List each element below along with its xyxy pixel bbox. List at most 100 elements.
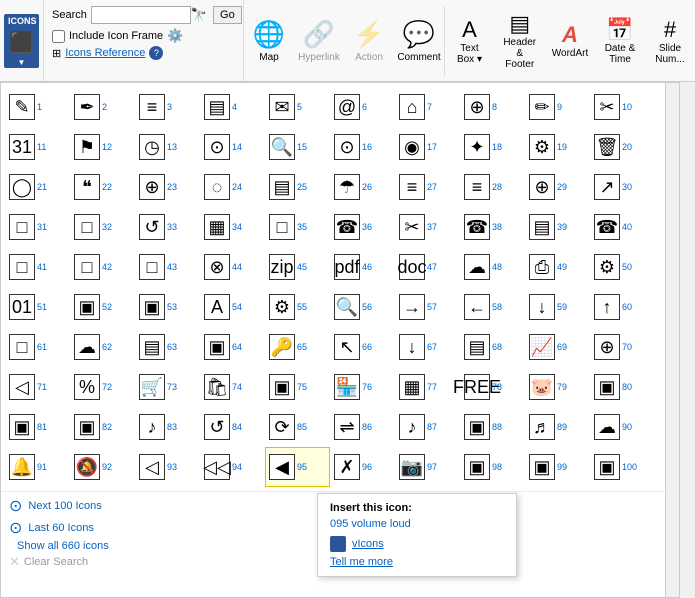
- icon-cell[interactable]: ↖66: [330, 327, 395, 367]
- icon-cell[interactable]: ←58: [460, 287, 525, 327]
- hyperlink-button[interactable]: 🔗 Hyperlink: [294, 0, 344, 81]
- action-button[interactable]: ⚡ Action: [344, 0, 394, 81]
- go-button[interactable]: Go: [213, 6, 242, 24]
- icon-cell[interactable]: ◷13: [135, 127, 200, 167]
- icon-cell[interactable]: ☎36: [330, 207, 395, 247]
- icon-cell[interactable]: □35: [265, 207, 330, 247]
- slide-num-button[interactable]: # Slide Num...: [645, 0, 695, 81]
- include-frame-checkbox[interactable]: [52, 30, 65, 43]
- icon-cell[interactable]: ▤63: [135, 327, 200, 367]
- icon-cell[interactable]: ✗96: [330, 447, 395, 487]
- icon-cell[interactable]: □61: [5, 327, 70, 367]
- icon-cell[interactable]: ◁93: [135, 447, 200, 487]
- icon-cell[interactable]: ↑60: [590, 287, 655, 327]
- icon-cell[interactable]: ◉17: [395, 127, 460, 167]
- icon-cell[interactable]: @6: [330, 87, 395, 127]
- icon-cell[interactable]: ⚑12: [70, 127, 135, 167]
- icon-cell[interactable]: ▣52: [70, 287, 135, 327]
- icon-cell[interactable]: ⚙50: [590, 247, 655, 287]
- icon-cell[interactable]: □42: [70, 247, 135, 287]
- icon-cell[interactable]: 🏪76: [330, 367, 395, 407]
- icon-cell[interactable]: ⊕70: [590, 327, 655, 367]
- icon-cell[interactable]: A54: [200, 287, 265, 327]
- icon-cell[interactable]: 🔍56: [330, 287, 395, 327]
- icons-panel-dropdown[interactable]: ▼: [4, 57, 39, 68]
- icon-cell[interactable]: ▤39: [525, 207, 590, 247]
- date-time-button[interactable]: 📅 Date & Time: [595, 0, 645, 81]
- icon-cell[interactable]: □31: [5, 207, 70, 247]
- icon-cell[interactable]: ▣98: [460, 447, 525, 487]
- icon-cell[interactable]: ✏9: [525, 87, 590, 127]
- icon-cell[interactable]: ▤25: [265, 167, 330, 207]
- icon-cell[interactable]: ↗30: [590, 167, 655, 207]
- icon-cell[interactable]: ≡3: [135, 87, 200, 127]
- icon-cell[interactable]: ⊕29: [525, 167, 590, 207]
- icon-cell[interactable]: 🐷79: [525, 367, 590, 407]
- icon-cell[interactable]: ◯21: [5, 167, 70, 207]
- icon-cell[interactable]: ✒2: [70, 87, 135, 127]
- icon-cell[interactable]: ⊙16: [330, 127, 395, 167]
- show-all-link[interactable]: Show all 660 icons: [17, 540, 109, 552]
- icon-cell[interactable]: ↺84: [200, 407, 265, 447]
- icon-cell[interactable]: pdf46: [330, 247, 395, 287]
- icon-cell[interactable]: ☁90: [590, 407, 655, 447]
- icon-cell[interactable]: ♬89: [525, 407, 590, 447]
- icon-cell[interactable]: 📷97: [395, 447, 460, 487]
- icon-cell[interactable]: ⇌86: [330, 407, 395, 447]
- header-footer-button[interactable]: ▤ Header & Footer: [494, 0, 545, 81]
- icon-cell[interactable]: ▦77: [395, 367, 460, 407]
- icon-cell[interactable]: ▣100: [590, 447, 655, 487]
- icon-cell[interactable]: ✎1: [5, 87, 70, 127]
- icon-cell[interactable]: 🔕92: [70, 447, 135, 487]
- icon-cell[interactable]: ☁48: [460, 247, 525, 287]
- icon-cell[interactable]: ▣53: [135, 287, 200, 327]
- icon-cell[interactable]: 📈69: [525, 327, 590, 367]
- help-icon[interactable]: ?: [149, 46, 163, 60]
- icon-cell[interactable]: 🛒73: [135, 367, 200, 407]
- icon-cell[interactable]: ▣88: [460, 407, 525, 447]
- icon-cell[interactable]: doc47: [395, 247, 460, 287]
- icon-cell[interactable]: ≡28: [460, 167, 525, 207]
- icon-cell[interactable]: ♪83: [135, 407, 200, 447]
- icon-cell[interactable]: ◌24: [200, 167, 265, 207]
- icon-cell[interactable]: 🔍15: [265, 127, 330, 167]
- icon-cell[interactable]: ▣82: [70, 407, 135, 447]
- icons-reference-link[interactable]: Icons Reference: [65, 47, 145, 59]
- icon-cell[interactable]: ⌂7: [395, 87, 460, 127]
- tell-more-link[interactable]: Tell me more: [330, 556, 504, 568]
- icon-cell[interactable]: ▣75: [265, 367, 330, 407]
- textbox-button[interactable]: A Text Box ▾: [444, 0, 494, 81]
- icon-cell[interactable]: ▣64: [200, 327, 265, 367]
- icon-cell[interactable]: ☎38: [460, 207, 525, 247]
- icon-cell[interactable]: ❝22: [70, 167, 135, 207]
- icon-cell[interactable]: ◁◁94: [200, 447, 265, 487]
- icon-cell[interactable]: ⚙19: [525, 127, 590, 167]
- icon-cell[interactable]: ⎙49: [525, 247, 590, 287]
- icon-cell[interactable]: ⚙55: [265, 287, 330, 327]
- icon-cell[interactable]: ▣81: [5, 407, 70, 447]
- icon-cell[interactable]: ⟳85: [265, 407, 330, 447]
- icon-cell[interactable]: ✂37: [395, 207, 460, 247]
- icon-cell[interactable]: ✂10: [590, 87, 655, 127]
- icon-cell[interactable]: ♪87: [395, 407, 460, 447]
- icon-cell[interactable]: ⊕8: [460, 87, 525, 127]
- icon-cell[interactable]: 3111: [5, 127, 70, 167]
- icon-cell[interactable]: 🗑20: [590, 127, 655, 167]
- icon-cell[interactable]: %72: [70, 367, 135, 407]
- scrollbar[interactable]: [665, 83, 679, 597]
- icon-cell[interactable]: ↺33: [135, 207, 200, 247]
- icon-cell[interactable]: ☎40: [590, 207, 655, 247]
- icon-cell[interactable]: FREE78: [460, 367, 525, 407]
- icon-cell[interactable]: ◁71: [5, 367, 70, 407]
- icon-cell[interactable]: ▣80: [590, 367, 655, 407]
- icon-cell[interactable]: ↓59: [525, 287, 590, 327]
- search-input[interactable]: [91, 6, 191, 24]
- icon-cell[interactable]: ⊕23: [135, 167, 200, 207]
- wordart-button[interactable]: A WordArt: [545, 0, 595, 81]
- icon-cell[interactable]: ▤4: [200, 87, 265, 127]
- icon-cell[interactable]: zip45: [265, 247, 330, 287]
- icon-cell[interactable]: ⊙14: [200, 127, 265, 167]
- icons-panel-button[interactable]: ICONS ⬛ ▼: [0, 0, 44, 81]
- icon-cell[interactable]: 0151: [5, 287, 70, 327]
- icon-cell[interactable]: ☂26: [330, 167, 395, 207]
